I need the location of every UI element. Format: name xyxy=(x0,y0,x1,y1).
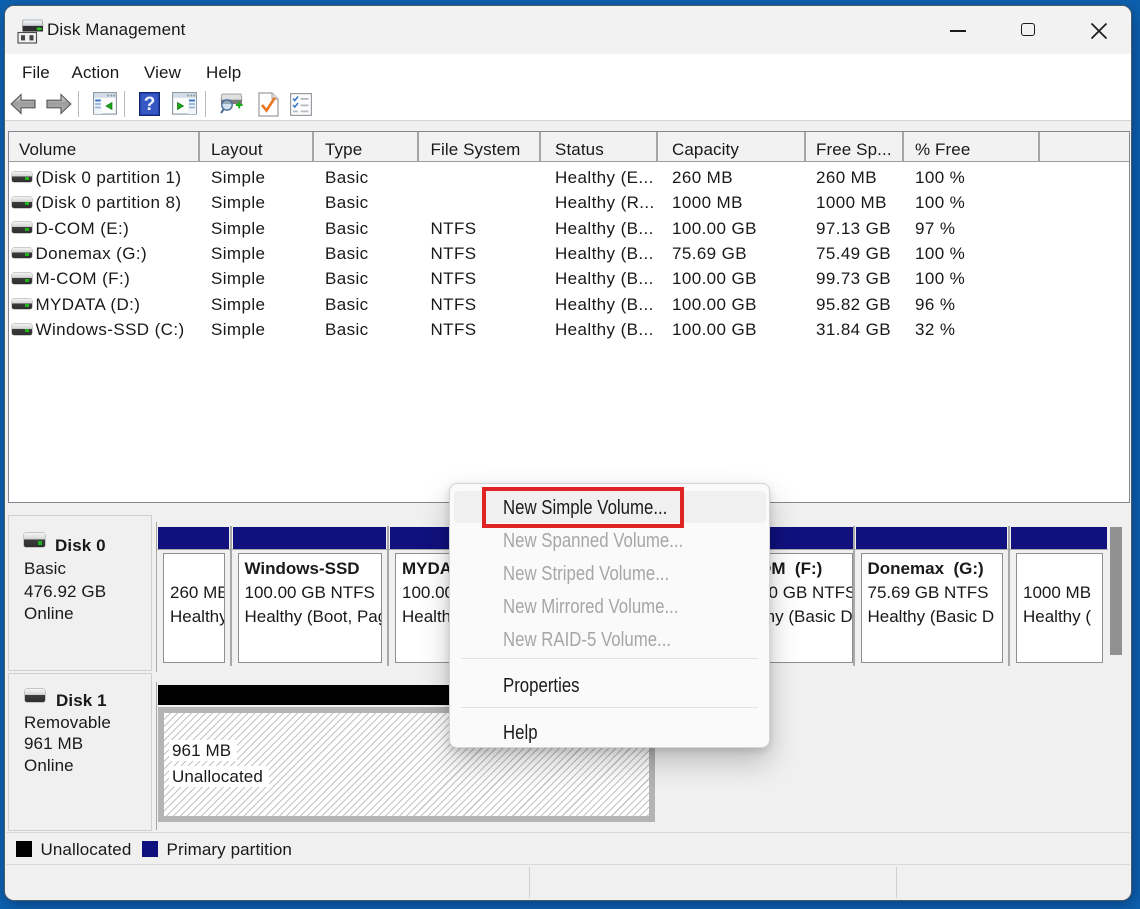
svg-text:?: ? xyxy=(144,94,156,115)
